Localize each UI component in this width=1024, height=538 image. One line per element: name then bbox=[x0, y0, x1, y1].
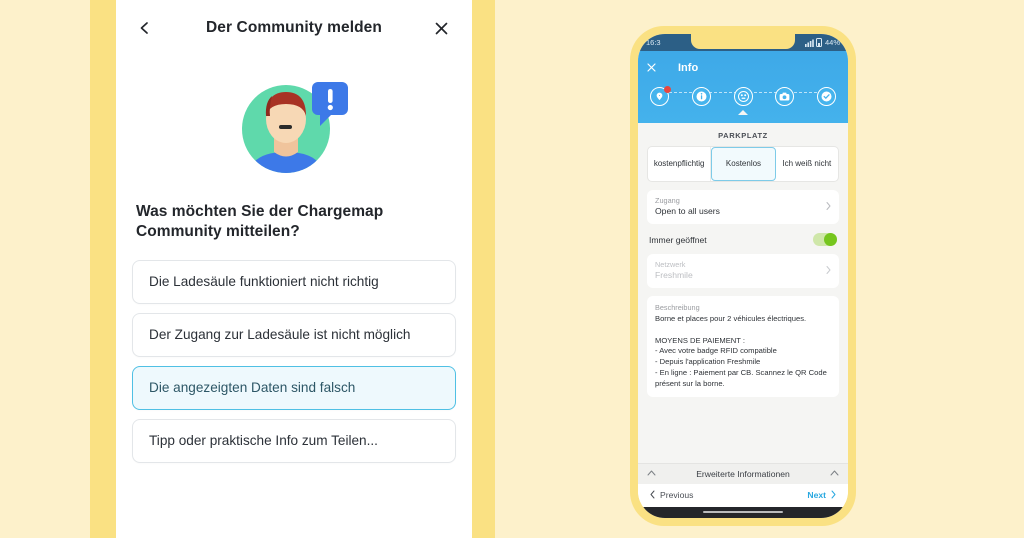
illustration-container bbox=[116, 74, 472, 184]
previous-label: Previous bbox=[660, 489, 694, 500]
network-card-value: Freshmile bbox=[655, 270, 693, 281]
check-circle-icon bbox=[821, 91, 832, 102]
right-accent-stripe bbox=[472, 0, 495, 538]
home-indicator[interactable] bbox=[703, 510, 783, 513]
phone-app-header-row: Info bbox=[638, 57, 848, 79]
signal-icon bbox=[804, 39, 814, 47]
question-text: Was möchten Sie der Chargemap Community … bbox=[136, 203, 384, 240]
chevron-right-icon bbox=[826, 202, 831, 213]
step-info[interactable] bbox=[691, 87, 711, 106]
segment-kostenpflichtig[interactable]: kostenpflichtig bbox=[648, 147, 712, 181]
phone-screen: 16:3 44% Info PARKPLATZ kostenpflichtig … bbox=[638, 34, 848, 518]
phone-close-icon[interactable] bbox=[647, 62, 656, 74]
phone-step-indicator bbox=[638, 79, 848, 110]
back-button[interactable] bbox=[132, 15, 158, 41]
always-open-label: Immer geöffnet bbox=[649, 234, 707, 245]
phone-app-header: Info bbox=[638, 51, 848, 123]
description-label: Beschreibung bbox=[655, 303, 700, 312]
phone-nav-bar: Previous Next bbox=[638, 483, 848, 507]
access-card-value: Open to all users bbox=[655, 206, 720, 217]
chevron-left-icon bbox=[650, 490, 655, 499]
report-option-2[interactable]: Der Zugang zur Ladesäule ist nicht mögli… bbox=[132, 312, 456, 357]
previous-button[interactable]: Previous bbox=[650, 490, 693, 500]
network-card[interactable]: Netzwerk Freshmile bbox=[647, 254, 839, 288]
chevron-up-icon-right bbox=[830, 469, 839, 478]
description-card[interactable]: Beschreibung Borne et places pour 2 véhi… bbox=[647, 296, 839, 398]
person-with-alert-bubble-illustration bbox=[234, 78, 354, 180]
report-option-4[interactable]: Tipp oder praktische Info zum Teilen... bbox=[132, 418, 456, 463]
chevron-right-icon bbox=[831, 490, 836, 499]
segment-kostenlos[interactable]: Kostenlos bbox=[711, 147, 776, 181]
step-plug-socket[interactable] bbox=[733, 87, 753, 106]
description-text: Borne et places pour 2 véhicules électri… bbox=[655, 314, 827, 388]
step-notification-badge bbox=[664, 86, 671, 93]
active-step-pointer bbox=[738, 110, 748, 115]
page-title: Der Community melden bbox=[206, 19, 382, 36]
step-camera[interactable] bbox=[775, 87, 795, 106]
report-panel: Der Community melden Was möchten Sie der… bbox=[116, 0, 472, 538]
advanced-info-title: Erweiterte Informationen bbox=[696, 468, 790, 479]
report-option-3[interactable]: Die angezeigten Daten sind falsch bbox=[132, 365, 456, 410]
panel-header: Der Community melden bbox=[116, 0, 472, 56]
map-pin-icon bbox=[656, 92, 663, 101]
chevron-right-icon bbox=[826, 266, 831, 277]
phone-mockup: 16:3 44% Info PARKPLATZ kostenpflichtig … bbox=[630, 26, 856, 526]
phone-status-bar: 16:3 44% bbox=[638, 34, 848, 51]
section-label-parkplatz: PARKPLATZ bbox=[718, 131, 768, 140]
close-button[interactable] bbox=[428, 15, 454, 41]
report-option-label: Die angezeigten Daten sind falsch bbox=[149, 380, 356, 396]
next-button[interactable]: Next bbox=[807, 490, 836, 500]
left-accent-stripe bbox=[90, 0, 116, 538]
always-open-row[interactable]: Immer geöffnet bbox=[647, 224, 839, 254]
parking-segmented-control: kostenpflichtig Kostenlos Ich weiß nicht bbox=[647, 146, 839, 182]
report-option-1[interactable]: Die Ladesäule funktioniert nicht richtig bbox=[132, 259, 456, 304]
phone-home-bar bbox=[638, 506, 848, 518]
access-card-label: Zugang bbox=[655, 196, 680, 206]
report-option-label: Tipp oder praktische Info zum Teilen... bbox=[149, 433, 378, 449]
advanced-info-bar[interactable]: Erweiterte Informationen bbox=[638, 462, 848, 484]
info-icon bbox=[696, 91, 707, 102]
next-label: Next bbox=[807, 489, 826, 500]
screenshot-stage: Der Community melden Was möchten Sie der… bbox=[0, 0, 1024, 538]
chevron-up-icon-left bbox=[647, 469, 656, 478]
access-card[interactable]: Zugang Open to all users bbox=[647, 190, 839, 224]
report-option-label: Die Ladesäule funktioniert nicht richtig bbox=[149, 274, 379, 290]
report-options-list: Die Ladesäule funktioniert nicht richtig… bbox=[132, 259, 456, 463]
step-check[interactable] bbox=[817, 87, 836, 106]
segment-ich-weiss-nicht[interactable]: Ich weiß nicht bbox=[776, 147, 838, 181]
camera-icon bbox=[779, 92, 790, 101]
status-right: 44% bbox=[804, 38, 840, 47]
network-card-label: Netzwerk bbox=[655, 260, 686, 270]
phone-content-body: PARKPLATZ kostenpflichtig Kostenlos Ich … bbox=[638, 123, 848, 463]
status-time: 16:3 bbox=[646, 38, 661, 47]
battery-percent: 44% bbox=[824, 38, 840, 47]
step-map-pin[interactable] bbox=[650, 86, 671, 106]
phone-page-title: Info bbox=[678, 62, 699, 74]
phone-notch bbox=[691, 34, 795, 49]
report-option-label: Der Zugang zur Ladesäule ist nicht mögli… bbox=[149, 327, 411, 343]
always-open-toggle[interactable] bbox=[813, 233, 837, 246]
battery-icon bbox=[815, 38, 822, 47]
plug-socket-icon bbox=[737, 91, 749, 102]
